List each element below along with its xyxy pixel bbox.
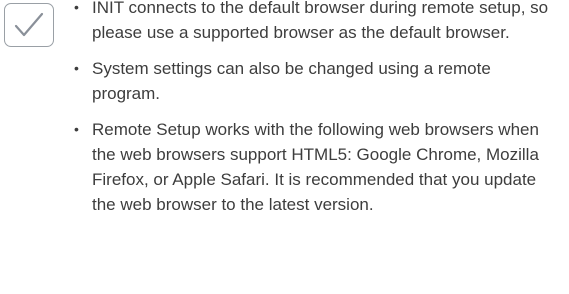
list-item-text: System settings can also be changed usin… [92, 59, 491, 103]
bullet-dot: • [74, 60, 79, 76]
check-icon [14, 12, 44, 37]
note-list: • INIT connects to the default browser d… [74, 0, 554, 228]
list-item: • Remote Setup works with the following … [74, 117, 554, 217]
note-box [4, 3, 54, 47]
list-item: • INIT connects to the default browser d… [74, 0, 554, 45]
bullet-dot: • [74, 0, 79, 15]
bullet-dot: • [74, 121, 79, 137]
list-item-text: Remote Setup works with the following we… [92, 120, 539, 214]
list-item: • System settings can also be changed us… [74, 56, 554, 106]
list-item-text: INIT connects to the default browser dur… [92, 0, 549, 42]
